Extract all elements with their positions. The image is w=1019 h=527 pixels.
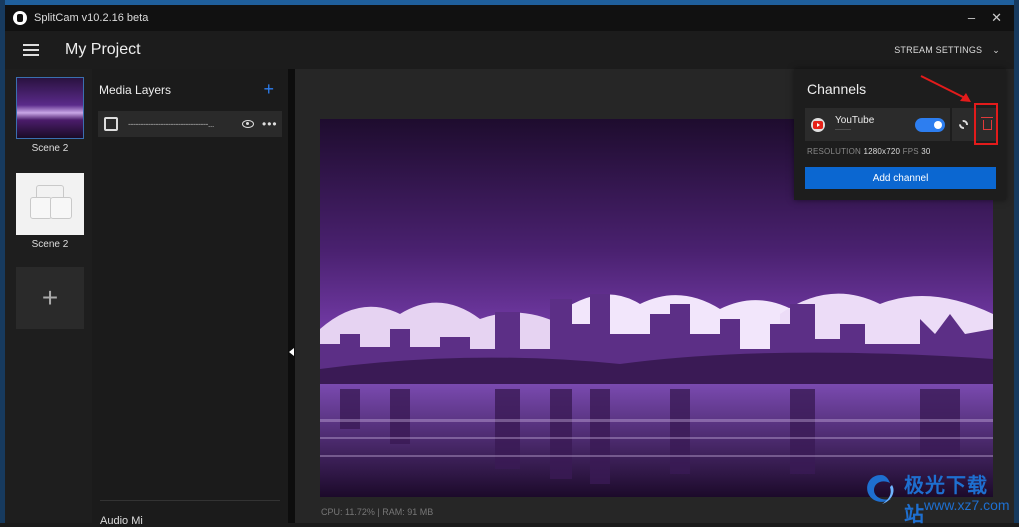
scene-thumbnail [16, 173, 84, 235]
image-layer-icon [104, 117, 118, 131]
channel-account: -------- [835, 127, 851, 133]
scenes-panel: Scene 2 Scene 2 + [5, 69, 92, 523]
panel-splitter[interactable] [288, 69, 295, 523]
project-title: My Project [65, 41, 141, 58]
more-options-icon[interactable]: ••• [262, 117, 278, 131]
scene-thumbnail [16, 77, 84, 139]
annotation-arrow-icon [920, 75, 971, 102]
minimize-button[interactable]: – [968, 10, 975, 26]
add-channel-button[interactable]: Add channel [805, 167, 996, 189]
app-header: My Project STREAM SETTINGS ⌄ [5, 31, 1014, 69]
watermark: 极光下载站 www.xz7.com [858, 467, 1010, 526]
youtube-icon [811, 118, 825, 132]
layer-name: --------------------------------... [128, 119, 214, 129]
watermark-logo-icon [867, 475, 894, 504]
collapse-arrow-icon[interactable] [289, 348, 294, 356]
music-icon [30, 197, 52, 219]
annotation-highlight-box [974, 103, 998, 145]
resolution-value: 1280x720 [863, 147, 901, 156]
media-layers-panel: Media Layers + -------------------------… [92, 69, 286, 527]
channel-row[interactable]: YouTube -------- [805, 108, 950, 141]
stream-settings-button[interactable]: STREAM SETTINGS ⌄ [894, 45, 1000, 56]
watermark-url: www.xz7.com [924, 497, 1010, 513]
splitcam-logo-icon [13, 11, 27, 25]
channel-settings-button[interactable] [952, 108, 974, 141]
fps-value: 30 [921, 147, 931, 156]
audio-mixer-title: Audio Mi [100, 515, 143, 527]
channel-resolution-info: RESOLUTION 1280x720 FPS 30 [807, 147, 931, 156]
window-frame-right [1014, 0, 1019, 523]
scene-label: Scene 2 [31, 239, 69, 250]
add-scene-button[interactable]: + [16, 267, 84, 329]
resolution-label: RESOLUTION [807, 147, 862, 156]
scene-label: Scene 2 [31, 143, 69, 154]
close-button[interactable]: ✕ [991, 10, 1002, 26]
panel-divider[interactable] [100, 500, 280, 501]
performance-stats: CPU: 11.72% | RAM: 91 MB [321, 507, 434, 517]
stream-settings-label: STREAM SETTINGS [894, 45, 983, 55]
scene-item[interactable]: Scene 2 [16, 77, 84, 154]
media-layers-title: Media Layers [99, 83, 172, 97]
gear-icon [958, 120, 968, 129]
app-title: SplitCam v10.2.16 beta [34, 12, 149, 24]
title-bar: SplitCam v10.2.16 beta – ✕ [5, 5, 1014, 31]
layer-row[interactable]: --------------------------------... ••• [98, 111, 282, 137]
scene-item[interactable]: Scene 2 [16, 173, 84, 250]
add-layer-button[interactable]: + [263, 79, 274, 100]
window-controls: – ✕ [968, 10, 1002, 26]
fps-label: FPS [902, 147, 919, 156]
channel-name: YouTube [835, 115, 875, 126]
visibility-eye-icon[interactable] [242, 120, 254, 128]
channels-title: Channels [807, 81, 867, 97]
channel-enable-toggle[interactable] [915, 118, 945, 132]
image-icon [50, 197, 72, 219]
hamburger-menu-icon[interactable] [23, 44, 39, 56]
chevron-down-icon: ⌄ [992, 44, 1000, 55]
